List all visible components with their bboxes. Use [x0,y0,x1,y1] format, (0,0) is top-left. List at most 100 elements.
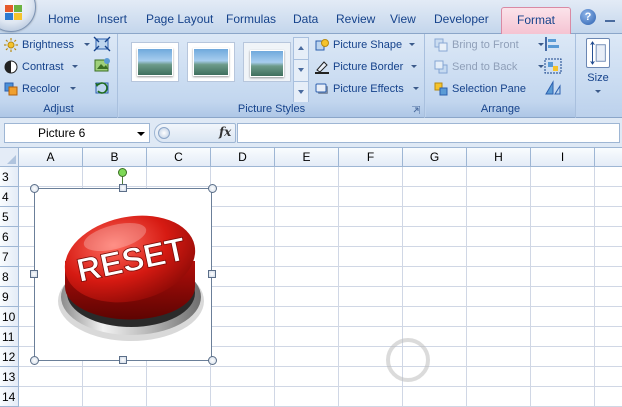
chevron-down-icon [70,87,76,90]
resize-handle-left[interactable] [30,270,38,278]
tab-review[interactable]: Review [336,8,375,30]
chevron-down-icon[interactable] [137,132,145,136]
size-button[interactable]: Size [582,38,614,102]
tab-developer[interactable]: Developer [434,8,489,30]
recolor-icon [4,82,18,96]
watermark-logo-icon [386,338,430,382]
help-icon[interactable]: ? [580,9,596,25]
resize-handle-top-right[interactable] [208,184,217,193]
gallery-scroll[interactable] [293,37,309,105]
bring-to-front-icon [434,38,448,52]
change-picture-icon[interactable] [93,58,111,74]
send-to-back-label: Send to Back [452,61,518,73]
picture-shape-icon [315,39,329,51]
dialog-launcher-icon[interactable] [412,106,420,114]
tab-home[interactable]: Home [48,8,80,30]
picture-border-button[interactable]: Picture Border [315,57,419,77]
tab-page-layout[interactable]: Page Layout [146,8,213,30]
row-header[interactable]: 11 [0,327,19,347]
tab-formulas[interactable]: Formulas [226,8,276,30]
resize-handle-right[interactable] [208,270,216,278]
group-arrange-label: Arrange [426,102,575,117]
gridline [466,167,467,407]
column-header[interactable]: E [275,148,339,167]
column-header[interactable] [595,148,622,167]
picture-effects-icon [315,83,328,94]
ribbon-tab-row: Home Insert Page Layout Formulas Data Re… [0,0,622,34]
group-objects-icon[interactable] [544,58,562,74]
row-header[interactable]: 4 [0,187,19,207]
size-label: Size [587,72,609,84]
bring-to-front-button[interactable]: Bring to Front [434,35,544,55]
resize-handle-bottom-left[interactable] [30,356,39,365]
column-header[interactable]: H [467,148,531,167]
row-header[interactable]: 3 [0,167,19,187]
size-icon [586,38,610,68]
gallery-up-icon[interactable] [294,38,308,60]
row-header[interactable]: 12 [0,347,19,367]
picture-style-thumbnail[interactable] [131,42,179,82]
column-header[interactable]: I [531,148,595,167]
reset-button-picture[interactable]: RESET [34,188,212,361]
contrast-button[interactable]: Contrast [4,57,80,77]
gridline [274,167,275,407]
rotate-icon[interactable] [544,80,562,96]
formula-input[interactable] [237,123,620,143]
picture-border-label: Picture Border [333,61,404,73]
picture-shape-button[interactable]: Picture Shape [315,35,415,55]
row-header[interactable]: 14 [0,387,19,407]
minimize-ribbon-icon[interactable] [603,9,617,25]
row-header[interactable]: 7 [0,247,19,267]
resize-handle-bottom[interactable] [119,356,127,364]
column-header[interactable]: C [147,148,211,167]
rotation-handle[interactable] [118,168,127,177]
resize-handle-top[interactable] [119,184,127,192]
column-header[interactable]: F [339,148,403,167]
chevron-down-icon [411,65,417,68]
compress-pictures-icon[interactable] [93,36,111,52]
picture-style-thumbnail[interactable] [243,42,291,82]
row-header[interactable]: 10 [0,307,19,327]
resize-handle-top-left[interactable] [30,184,39,193]
tab-format[interactable]: Format [501,7,571,34]
brightness-button[interactable]: Brightness [4,35,90,55]
name-box-value: Picture 6 [38,126,86,140]
picture-effects-button[interactable]: Picture Effects [315,79,419,99]
recolor-button[interactable]: Recolor [4,79,80,99]
tab-insert[interactable]: Insert [97,8,127,30]
tab-data[interactable]: Data [293,8,318,30]
gridline [530,167,531,407]
column-header[interactable]: G [403,148,467,167]
reset-picture-icon[interactable] [93,80,111,96]
name-box[interactable]: Picture 6 [4,123,150,143]
align-icon[interactable] [544,36,562,52]
row-header[interactable]: 5 [0,207,19,227]
picture-border-icon [315,61,329,74]
send-to-back-button[interactable]: Send to Back [434,57,544,77]
reset-button-image: RESET [58,215,204,341]
column-header[interactable]: D [211,148,275,167]
contrast-icon [4,60,18,74]
gallery-down-icon[interactable] [294,60,308,82]
row-header[interactable]: 6 [0,227,19,247]
gallery-more-icon[interactable] [294,82,308,104]
resize-handle-bottom-right[interactable] [208,356,217,365]
row-header[interactable]: 8 [0,267,19,287]
office-button[interactable] [0,0,36,32]
contrast-label: Contrast [22,61,64,73]
select-all-button[interactable] [0,148,19,167]
tab-view[interactable]: View [390,8,416,30]
formula-bar: Picture 6 fx [0,118,622,148]
row-header[interactable]: 9 [0,287,19,307]
row-header[interactable]: 13 [0,367,19,387]
gridline [19,366,622,367]
selection-pane-button[interactable]: Selection Pane [434,79,536,99]
column-header[interactable]: B [83,148,147,167]
insert-function-area: fx [154,123,236,143]
send-to-back-icon [434,60,448,74]
picture-style-thumbnail[interactable] [187,42,235,82]
picture-effects-label: Picture Effects [333,83,404,95]
formula-bar-resize-handle[interactable] [158,127,170,139]
column-header[interactable]: A [19,148,83,167]
insert-function-icon[interactable]: fx [219,125,231,139]
